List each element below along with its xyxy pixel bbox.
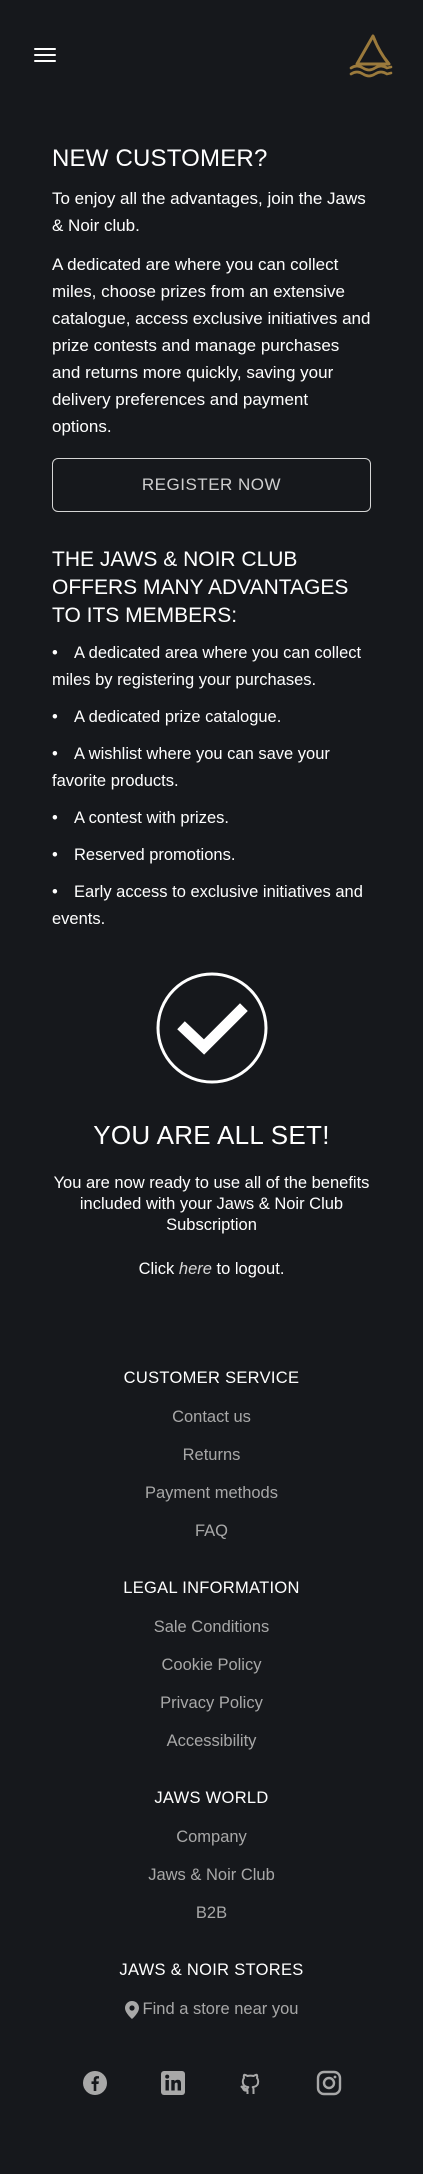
- footer-link-contact[interactable]: Contact us: [0, 1408, 423, 1427]
- footer-link-cookie-policy[interactable]: Cookie Policy: [0, 1656, 423, 1675]
- find-store-label: Find a store near you: [142, 2000, 299, 2018]
- logout-text: Click here to logout.: [0, 1260, 423, 1279]
- list-item: • A wishlist where you can save your favo…: [52, 745, 330, 790]
- footer-customer-service: CUSTOMER SERVICE Contact us Returns Paym…: [0, 1369, 423, 1541]
- instagram-icon[interactable]: [316, 2070, 342, 2096]
- footer-heading: JAWS & NOIR STORES: [119, 1961, 304, 1979]
- github-icon[interactable]: [238, 2070, 264, 2096]
- logout-suffix: to logout.: [211, 1260, 285, 1278]
- list-item-text: A contest with prizes.: [74, 809, 229, 827]
- list-item-text: Reserved promotions.: [74, 846, 236, 864]
- hamburger-menu-icon[interactable]: [34, 48, 56, 64]
- footer-heading: JAWS WORLD: [154, 1789, 269, 1807]
- list-item-text: A wishlist where you can save your favor…: [52, 745, 330, 790]
- logout-prefix: Click: [138, 1260, 179, 1278]
- footer-link-b2b[interactable]: B2B: [0, 1904, 423, 1923]
- confirmation-message: You are now ready to use all of the bene…: [53, 1174, 370, 1234]
- find-store-link[interactable]: Find a store near you: [124, 2000, 299, 2019]
- footer: CUSTOMER SERVICE Contact us Returns Paym…: [0, 1369, 423, 2096]
- advantages-title: THE JAWS & NOIR CLUB OFFERS MANY ADVANTA…: [52, 548, 349, 627]
- footer-legal: LEGAL INFORMATION Sale Conditions Cookie…: [0, 1579, 423, 1751]
- list-item-text: A dedicated area where you can collect m…: [52, 644, 362, 689]
- list-item: • A dedicated area where you can collect …: [52, 644, 362, 689]
- linkedin-icon[interactable]: [160, 2070, 186, 2096]
- page: NEW CUSTOMER? To enjoy all the advantage…: [0, 0, 423, 2174]
- footer-heading: CUSTOMER SERVICE: [123, 1369, 300, 1387]
- list-item: • Reserved promotions.: [52, 846, 236, 864]
- advantages-section: THE JAWS & NOIR CLUB OFFERS MANY ADVANTA…: [52, 546, 371, 933]
- new-customer-title: NEW CUSTOMER?: [52, 145, 268, 172]
- footer-link-sale-conditions[interactable]: Sale Conditions: [0, 1618, 423, 1637]
- footer-link-faq[interactable]: FAQ: [0, 1522, 423, 1541]
- logo-icon[interactable]: [349, 34, 393, 80]
- footer-link-company[interactable]: Company: [0, 1828, 423, 1847]
- facebook-icon[interactable]: [82, 2070, 108, 2096]
- footer-link-payment[interactable]: Payment methods: [0, 1484, 423, 1503]
- main-content: NEW CUSTOMER? To enjoy all the advantage…: [0, 144, 423, 933]
- advantages-list: • A dedicated area where you can collect …: [52, 640, 371, 933]
- list-item: • A dedicated prize catalogue.: [52, 708, 282, 726]
- logout-link[interactable]: here: [179, 1260, 212, 1278]
- map-pin-icon: [124, 2000, 139, 2019]
- list-item-text: Early access to exclusive initiatives an…: [52, 883, 363, 928]
- footer-world: JAWS WORLD Company Jaws & Noir Club B2B: [0, 1789, 423, 1923]
- footer-link-club[interactable]: Jaws & Noir Club: [0, 1866, 423, 1885]
- new-customer-section: NEW CUSTOMER? To enjoy all the advantage…: [52, 144, 371, 512]
- header: [0, 0, 423, 110]
- confirmation-section: YOU ARE ALL SET! You are now ready to us…: [0, 971, 423, 1279]
- list-item: • Early access to exclusive initiatives a…: [52, 883, 363, 928]
- check-circle-icon: [156, 972, 267, 1084]
- list-item-text: A dedicated prize catalogue.: [74, 708, 282, 726]
- register-now-button[interactable]: REGISTER NOW: [52, 458, 371, 512]
- footer-stores: JAWS & NOIR STORES Find a store near you: [0, 1961, 423, 2024]
- footer-link-accessibility[interactable]: Accessibility: [0, 1732, 423, 1751]
- new-customer-description: A dedicated are where you can collect mi…: [52, 255, 371, 436]
- social-links: [0, 2070, 423, 2096]
- new-customer-intro: To enjoy all the advantages, join the Ja…: [52, 189, 366, 235]
- footer-link-privacy-policy[interactable]: Privacy Policy: [0, 1694, 423, 1713]
- footer-heading: LEGAL INFORMATION: [123, 1579, 300, 1597]
- footer-link-returns[interactable]: Returns: [0, 1446, 423, 1465]
- confirmation-title: YOU ARE ALL SET!: [93, 1120, 330, 1150]
- list-item: • A contest with prizes.: [52, 809, 229, 827]
